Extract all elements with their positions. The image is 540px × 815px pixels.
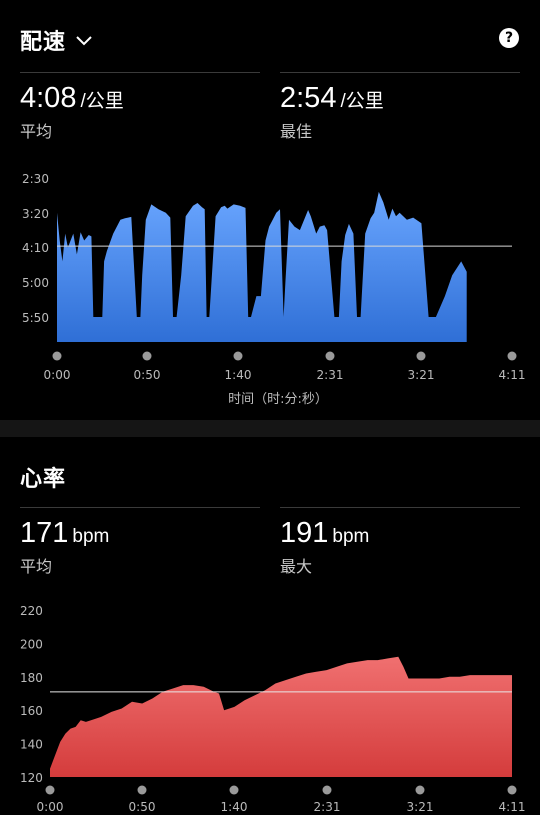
hr-chart[interactable]: 220 200 180 160 140 120 0:00 0:50 1:40 2:31 3:21 4…: [0, 597, 540, 815]
divider: [20, 72, 260, 73]
pace-x-tick-dot: [142, 351, 152, 361]
hr-avg-value: 171: [20, 517, 69, 549]
pace-x-tick-label: 3:21: [408, 368, 435, 382]
hr-y-tick-label: 120: [20, 771, 43, 785]
hr-area: [50, 656, 512, 777]
chevron-down-icon[interactable]: [74, 30, 94, 50]
hr-y-tick-label: 200: [20, 637, 43, 651]
hr-max-unit: bpm: [332, 526, 370, 547]
pace-area: [57, 191, 467, 342]
pace-x-tick-dot: [233, 351, 243, 361]
pace-chart[interactable]: 2:30 3:20 4:10 5:00 5:50 0:00 0:50 1:40 2:31 3:2…: [0, 165, 540, 405]
hr-x-tick-label: 0:50: [129, 800, 156, 814]
hr-max-label: 最大: [280, 557, 313, 576]
pace-x-tick-label: 1:40: [225, 368, 252, 382]
hr-title: 心率: [20, 467, 67, 492]
hr-x-tick-label: 1:40: [221, 800, 248, 814]
pace-y-tick-label: 5:50: [22, 311, 49, 325]
pace-card: 配速 ? 4:08/公里 平均 2:54/公里 最佳 2:30 3:20 4:10 5…: [0, 0, 540, 420]
pace-best-label: 最佳: [280, 122, 313, 141]
hr-x-tick-dot: [137, 785, 147, 795]
pace-avg-stat: 4:08/公里 平均: [20, 82, 124, 142]
hr-x-tick-label: 3:21: [407, 800, 434, 814]
hr-y-tick-label: 220: [20, 604, 43, 618]
hr-y-tick-label: 160: [20, 704, 43, 718]
pace-x-tick-dot: [507, 351, 517, 361]
pace-best-stat: 2:54/公里 最佳: [280, 82, 384, 142]
pace-avg-label: 平均: [20, 122, 53, 141]
hr-x-tick-label: 0:00: [37, 800, 64, 814]
pace-y-tick-label: 4:10: [22, 241, 49, 255]
pace-y-tick-label: 5:00: [22, 276, 49, 290]
hr-x-tick-dot: [229, 785, 239, 795]
hr-avg-unit: bpm: [72, 526, 110, 547]
hr-x-tick-label: 4:11: [499, 800, 526, 814]
divider: [280, 507, 520, 508]
section-separator: [0, 420, 540, 437]
hr-x-tick-label: 2:31: [314, 800, 341, 814]
hr-x-tick-dot: [322, 785, 332, 795]
hr-x-tick-dot: [45, 785, 55, 795]
pace-header[interactable]: 配速: [20, 24, 94, 56]
pace-x-tick-dot: [416, 351, 426, 361]
hr-max-stat: 191 bpm 最大: [280, 517, 369, 577]
pace-best-value: 2:54: [280, 82, 337, 114]
pace-best-unit: /公里: [340, 91, 384, 112]
hr-y-tick-label: 180: [20, 671, 43, 685]
pace-x-tick-label: 4:11: [499, 368, 526, 382]
pace-x-tick-dot: [325, 351, 335, 361]
pace-x-tick-label: 0:50: [134, 368, 161, 382]
hr-avg-stat: 171 bpm 平均: [20, 517, 109, 577]
hr-y-tick-label: 140: [20, 738, 43, 752]
hr-x-tick-dot: [507, 785, 517, 795]
pace-x-tick-label: 0:00: [44, 368, 71, 382]
divider: [20, 507, 260, 508]
pace-title: 配速: [20, 30, 67, 55]
pace-y-tick-label: 3:20: [22, 207, 49, 221]
pace-avg-value: 4:08: [20, 82, 77, 114]
pace-x-tick-dot: [52, 351, 62, 361]
pace-y-tick-label: 2:30: [22, 172, 49, 186]
pace-avg-unit: /公里: [80, 91, 124, 112]
hr-max-value: 191: [280, 517, 329, 549]
divider: [280, 72, 520, 73]
pace-x-tick-label: 2:31: [317, 368, 344, 382]
hr-x-tick-dot: [415, 785, 425, 795]
help-icon[interactable]: ?: [499, 28, 519, 48]
hr-avg-label: 平均: [20, 557, 53, 576]
hr-header: 心率: [20, 461, 66, 493]
heart-rate-card: 心率 171 bpm 平均 191 bpm 最大 220 200 180 160 140 12…: [0, 437, 540, 815]
pace-x-axis-label: 时间（时:分:秒）: [228, 392, 328, 405]
